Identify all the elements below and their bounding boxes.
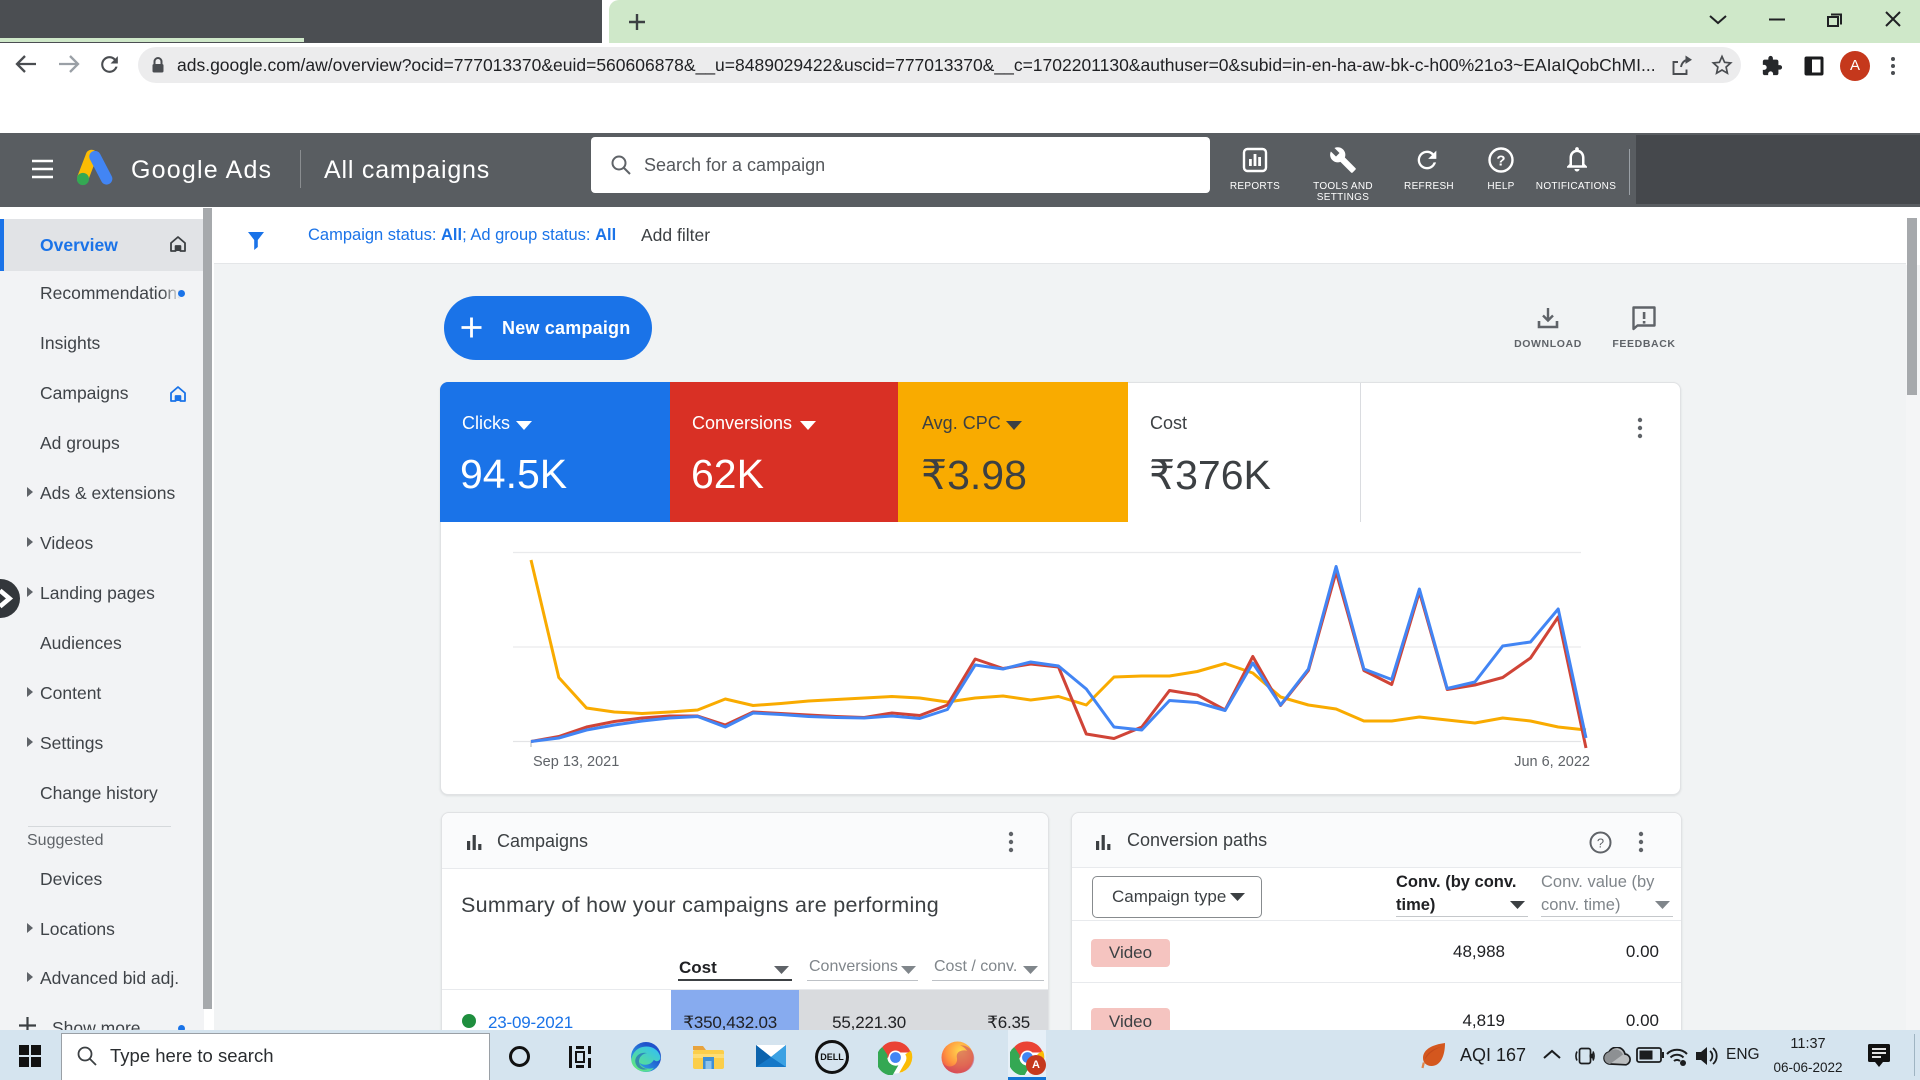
svg-text:Jun 6, 2022: Jun 6, 2022: [1514, 754, 1590, 770]
svg-text:?: ?: [1496, 153, 1505, 170]
svg-text:?: ?: [1597, 836, 1604, 851]
svg-text:Sep 13, 2021: Sep 13, 2021: [533, 754, 619, 770]
